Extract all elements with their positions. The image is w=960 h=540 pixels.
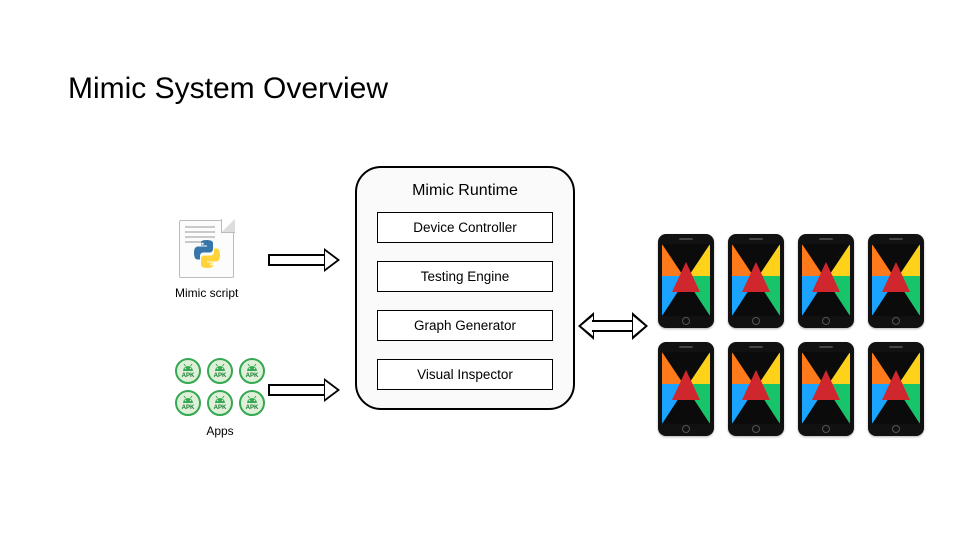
apk-grid: APKAPKAPKAPKAPKAPK [175,358,265,416]
device-phone-icon [868,342,924,436]
arrow-apps-to-runtime-icon [268,378,340,402]
apk-icon: APK [207,358,233,384]
apk-icon: APK [239,358,265,384]
arrow-script-to-runtime-icon [268,248,340,272]
device-phone-icon [658,342,714,436]
device-phone-icon [798,234,854,328]
device-phone-icon [728,234,784,328]
python-file-icon [179,220,234,278]
apk-icon: APK [207,390,233,416]
device-phone-icon [798,342,854,436]
page-title: Mimic System Overview [68,72,388,106]
device-phone-icon [728,342,784,436]
module-graph-generator: Graph Generator [377,310,553,341]
apk-icon: APK [175,390,201,416]
device-phone-icon [868,234,924,328]
module-device-controller: Device Controller [377,212,553,243]
mimic-runtime-box: Mimic Runtime Device Controller Testing … [355,166,575,410]
module-visual-inspector: Visual Inspector [377,359,553,390]
apk-icon: APK [239,390,265,416]
device-phone-icon [658,234,714,328]
apps-block: APKAPKAPKAPKAPKAPK Apps [175,358,265,438]
apk-icon: APK [175,358,201,384]
arrow-runtime-devices-icon [578,312,648,340]
python-logo-icon [191,238,223,270]
apps-label: Apps [175,424,265,438]
device-grid [658,234,928,438]
mimic-script-label: Mimic script [175,286,238,300]
module-testing-engine: Testing Engine [377,261,553,292]
runtime-title: Mimic Runtime [377,182,553,200]
mimic-script-block: Mimic script [175,220,238,300]
